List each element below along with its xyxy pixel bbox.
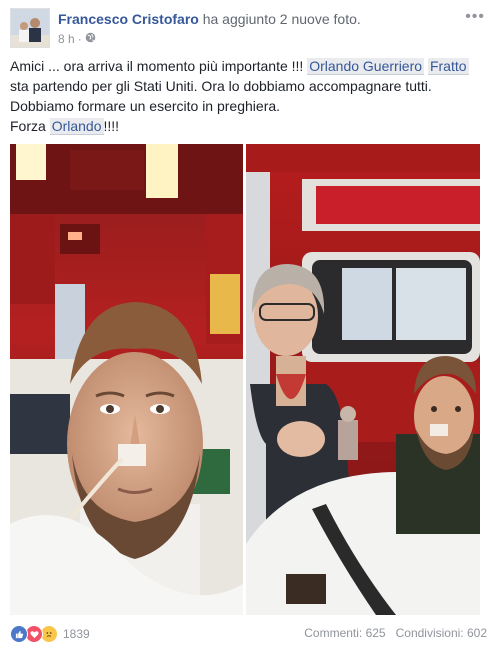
reactions-summary[interactable]: 1839 [10, 625, 90, 643]
meta-separator: · [77, 32, 82, 46]
author-avatar[interactable] [10, 8, 50, 48]
post-text: Amici ... ora arriva il momento più impo… [10, 56, 486, 136]
action-prefix: ha aggiunto [202, 11, 276, 27]
author-name[interactable]: Francesco Cristofaro [58, 11, 199, 27]
text-line-4: Forza Orlando!!!! [10, 116, 486, 136]
text-line-4-start: Forza [10, 118, 50, 134]
text-line-3: Dobbiamo formare un esercito in preghier… [10, 98, 281, 114]
photo-ambulance-with-mother[interactable] [246, 144, 480, 615]
post-time[interactable]: 8 h [58, 32, 75, 46]
tag-fratto[interactable]: Fratto [427, 58, 469, 75]
author-line: Francesco Cristofaro ha aggiunto 2 nuove… [58, 11, 361, 27]
tag-orlando[interactable]: Orlando [49, 118, 104, 135]
text-line-2: sta partendo per gli Stati Uniti. Ora lo… [10, 78, 432, 94]
post-footer: 1839 Commenti: 625 Condivisioni: 602 [10, 622, 487, 644]
text-line-4-end: !!!! [103, 118, 120, 134]
feed-post: Francesco Cristofaro ha aggiunto 2 nuove… [0, 0, 497, 650]
post-header: Francesco Cristofaro ha aggiunto 2 nuove… [10, 8, 487, 48]
photo-ambulance-selfie[interactable] [10, 144, 243, 615]
more-options-icon[interactable]: ••• [465, 8, 485, 26]
tag-orlando-guerriero[interactable]: Orlando Guerriero [307, 58, 425, 75]
text-line-1-start: Amici ... ora arriva il momento più impo… [10, 58, 308, 74]
comments-count[interactable]: Commenti: 625 [304, 626, 385, 640]
post-meta: 8 h · [58, 32, 96, 46]
shares-count[interactable]: Condivisioni: 602 [396, 626, 487, 640]
globe-icon[interactable] [85, 32, 96, 46]
photo-grid [10, 144, 480, 615]
post-stats: Commenti: 625 Condivisioni: 602 [304, 626, 487, 640]
reaction-count: 1839 [63, 627, 90, 641]
action-suffix: nuove foto. [291, 11, 361, 27]
like-icon [10, 625, 28, 643]
text-line-1: Amici ... ora arriva il momento più impo… [10, 56, 486, 76]
action-count[interactable]: 2 [280, 11, 288, 27]
